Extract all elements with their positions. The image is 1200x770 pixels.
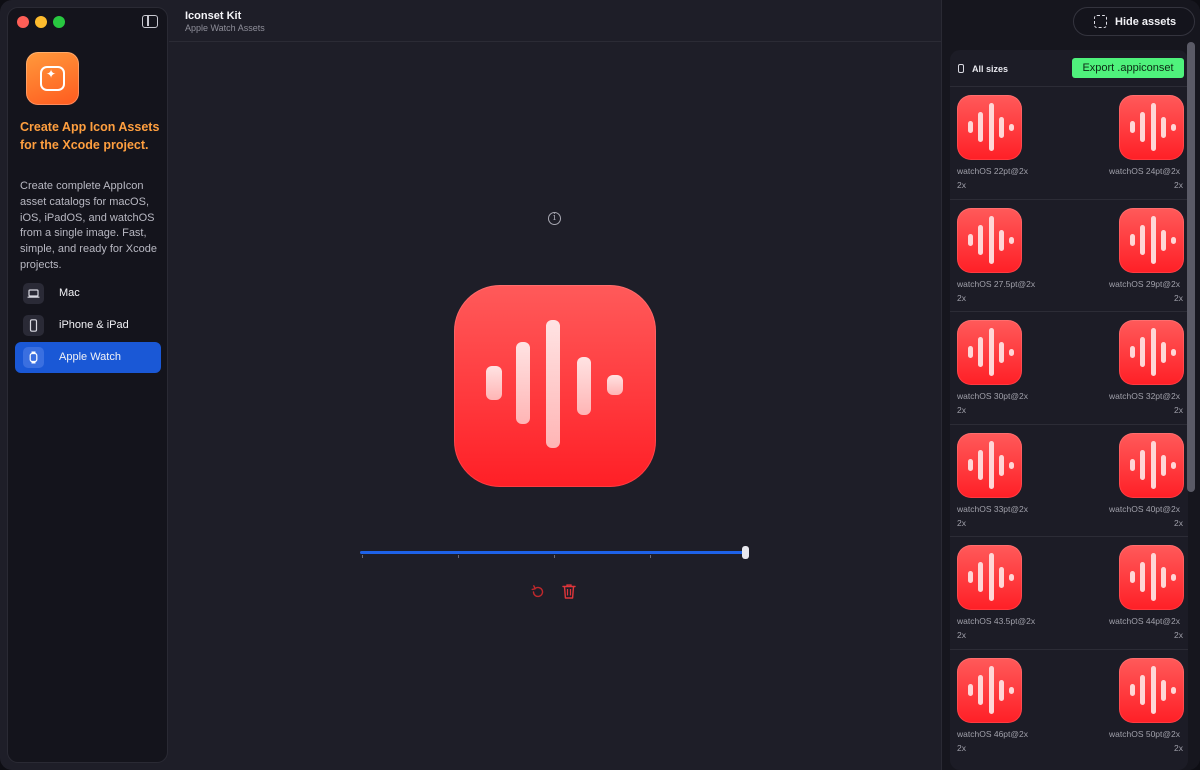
asset-scale: 2x xyxy=(957,180,966,190)
trash-icon[interactable] xyxy=(561,583,577,600)
filter-label[interactable]: All sizes xyxy=(972,64,1008,74)
promo-title: Create App Icon Assets for the Xcode pro… xyxy=(20,120,160,152)
asset-thumbnail[interactable] xyxy=(957,207,1022,273)
info-icon[interactable]: i xyxy=(548,212,561,225)
asset-label: watchOS 40pt@2x xyxy=(1109,503,1180,514)
sidebar-item-label: Apple Watch xyxy=(59,351,121,363)
page-subtitle: Apple Watch Assets xyxy=(185,23,265,33)
sidebar-toggle-icon[interactable] xyxy=(142,15,158,28)
row-divider xyxy=(950,311,1188,313)
hide-assets-button[interactable]: Hide assets xyxy=(1073,7,1195,36)
minimize-window-button[interactable] xyxy=(35,16,47,28)
slider-tick xyxy=(362,555,363,558)
slider-tick xyxy=(458,555,459,558)
asset-label: watchOS 30pt@2x xyxy=(957,391,1028,402)
promo-body: Create complete AppIcon asset catalogs f… xyxy=(20,180,157,271)
asset-thumbnail[interactable] xyxy=(957,658,1022,723)
asset-label: watchOS 46pt@2x xyxy=(957,729,1028,739)
sidebar-item-iphone-ipad[interactable]: iPhone & iPad xyxy=(15,310,161,341)
close-window-button[interactable] xyxy=(17,16,29,28)
reset-icon[interactable] xyxy=(530,584,546,600)
asset-scale: 2x xyxy=(1174,180,1183,190)
asset-scale: 2x xyxy=(957,292,966,303)
scrollbar[interactable] xyxy=(1187,42,1195,492)
asset-scale: 2x xyxy=(957,743,966,753)
asset-label: watchOS 50pt@2x xyxy=(1109,729,1180,739)
asset-scale: 2x xyxy=(1174,292,1183,303)
asset-label: watchOS 22pt@2x xyxy=(957,166,1028,176)
asset-scale: 2x xyxy=(957,405,966,416)
asset-scale: 2x xyxy=(1174,630,1183,641)
asset-thumbnail[interactable] xyxy=(957,545,1022,611)
asset-scale: 2x xyxy=(1174,405,1183,416)
asset-thumbnail[interactable] xyxy=(957,95,1022,160)
laptop-icon xyxy=(23,283,44,304)
asset-label: watchOS 43.5pt@2x xyxy=(957,616,1036,627)
asset-scale: 2x xyxy=(957,517,966,528)
watch-icon xyxy=(958,64,964,73)
asset-thumbnail[interactable] xyxy=(957,432,1022,498)
sidebar-item-apple-watch[interactable]: Apple Watch xyxy=(15,342,161,373)
header-divider xyxy=(169,41,941,42)
row-divider xyxy=(950,86,1188,87)
asset-thumbnail[interactable] xyxy=(1119,545,1184,611)
phone-icon xyxy=(23,315,44,336)
sidebar-item-label: Mac xyxy=(59,287,80,299)
sidebar-item-mac[interactable]: Mac xyxy=(15,278,161,309)
asset-thumbnail[interactable] xyxy=(1119,95,1184,160)
selection-icon xyxy=(1094,15,1107,28)
sidebar: ✦ Create App Icon Assets for the Xcode p… xyxy=(7,7,168,763)
export-appiconset-button[interactable]: Export .appiconset xyxy=(1072,58,1184,78)
sidebar-item-label: iPhone & iPad xyxy=(59,319,129,331)
app-logo-icon: ✦ xyxy=(26,52,79,105)
asset-label: watchOS 24pt@2x xyxy=(1109,166,1180,176)
size-slider[interactable] xyxy=(360,551,746,554)
row-divider xyxy=(950,649,1188,650)
row-divider xyxy=(950,536,1188,538)
asset-thumbnail[interactable] xyxy=(1119,207,1184,273)
asset-scale: 2x xyxy=(1174,517,1183,528)
app-window: ✦ Create App Icon Assets for the Xcode p… xyxy=(0,0,1200,770)
page-title: Iconset Kit xyxy=(185,10,242,22)
asset-thumbnail[interactable] xyxy=(1119,432,1184,498)
asset-scale: 2x xyxy=(957,630,966,641)
asset-scale: 2x xyxy=(1174,743,1183,753)
asset-label: watchOS 32pt@2x xyxy=(1109,391,1180,402)
watch-icon xyxy=(23,347,44,368)
slider-tick xyxy=(554,555,555,558)
asset-label: watchOS 33pt@2x xyxy=(957,503,1028,514)
asset-label: watchOS 29pt@2x xyxy=(1109,278,1180,289)
asset-thumbnail[interactable] xyxy=(1119,658,1184,723)
zoom-window-button[interactable] xyxy=(53,16,65,28)
slider-thumb[interactable] xyxy=(742,546,749,559)
icon-preview[interactable] xyxy=(454,285,656,487)
row-divider xyxy=(950,423,1188,425)
asset-label: watchOS 44pt@2x xyxy=(1109,616,1180,627)
row-divider xyxy=(950,198,1188,200)
asset-thumbnail[interactable] xyxy=(957,320,1022,386)
slider-tick xyxy=(650,555,651,558)
hide-assets-label: Hide assets xyxy=(1115,16,1177,28)
asset-thumbnail[interactable] xyxy=(1119,320,1184,386)
asset-label: watchOS 27.5pt@2x xyxy=(957,278,1036,289)
